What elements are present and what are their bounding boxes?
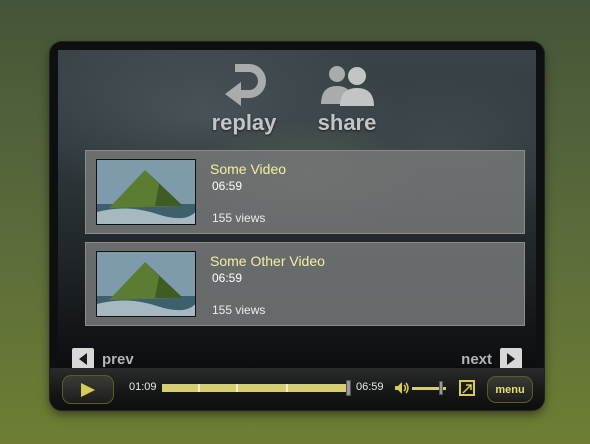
next-label: next: [461, 350, 492, 368]
replay-icon: [225, 64, 266, 106]
related-video-2[interactable]: Some Other Video 06:59 155 views: [85, 242, 525, 326]
share-icon: [321, 66, 374, 106]
share-label: share: [317, 110, 377, 135]
seek-handle[interactable]: [346, 380, 352, 396]
play-button[interactable]: [62, 375, 114, 404]
volume-icon[interactable]: [394, 381, 410, 400]
total-duration: 06:59: [356, 381, 384, 393]
video-player: replay share Some Video 06:59 155 views …: [50, 42, 544, 410]
control-bar: 01:09 06:59 menu: [50, 368, 544, 410]
prev-button[interactable]: prev: [72, 348, 142, 370]
related-video-1[interactable]: Some Video 06:59 155 views: [85, 150, 525, 234]
replay-button[interactable]: replay: [208, 60, 280, 136]
chevron-right-icon: [500, 348, 522, 370]
video-end-screen: replay share Some Video 06:59 155 views …: [58, 50, 536, 370]
video-title: Some Video: [210, 161, 287, 177]
video-views: 155 views: [212, 211, 266, 225]
video-thumbnail: [96, 159, 196, 225]
seek-progress: [162, 384, 349, 392]
seek-bar[interactable]: [162, 380, 352, 396]
prev-label: prev: [102, 350, 134, 368]
next-button[interactable]: next: [453, 348, 522, 370]
fullscreen-button[interactable]: [459, 380, 475, 396]
video-duration: 06:59: [212, 179, 243, 193]
replay-label: replay: [211, 110, 277, 135]
share-button[interactable]: share: [311, 60, 383, 136]
end-screen-actions: replay share: [208, 60, 388, 145]
chapter-marker: [236, 384, 238, 392]
current-time: 01:09: [129, 381, 157, 393]
chapter-marker: [198, 384, 200, 392]
chapter-marker: [286, 384, 288, 392]
fullscreen-icon: [462, 384, 472, 394]
video-duration: 06:59: [212, 271, 243, 285]
menu-button[interactable]: menu: [487, 376, 533, 403]
volume-handle[interactable]: [438, 381, 443, 395]
play-icon: [81, 382, 95, 397]
video-title: Some Other Video: [210, 253, 325, 269]
chevron-left-icon: [72, 348, 94, 370]
video-views: 155 views: [212, 303, 266, 317]
video-thumbnail: [96, 251, 196, 317]
